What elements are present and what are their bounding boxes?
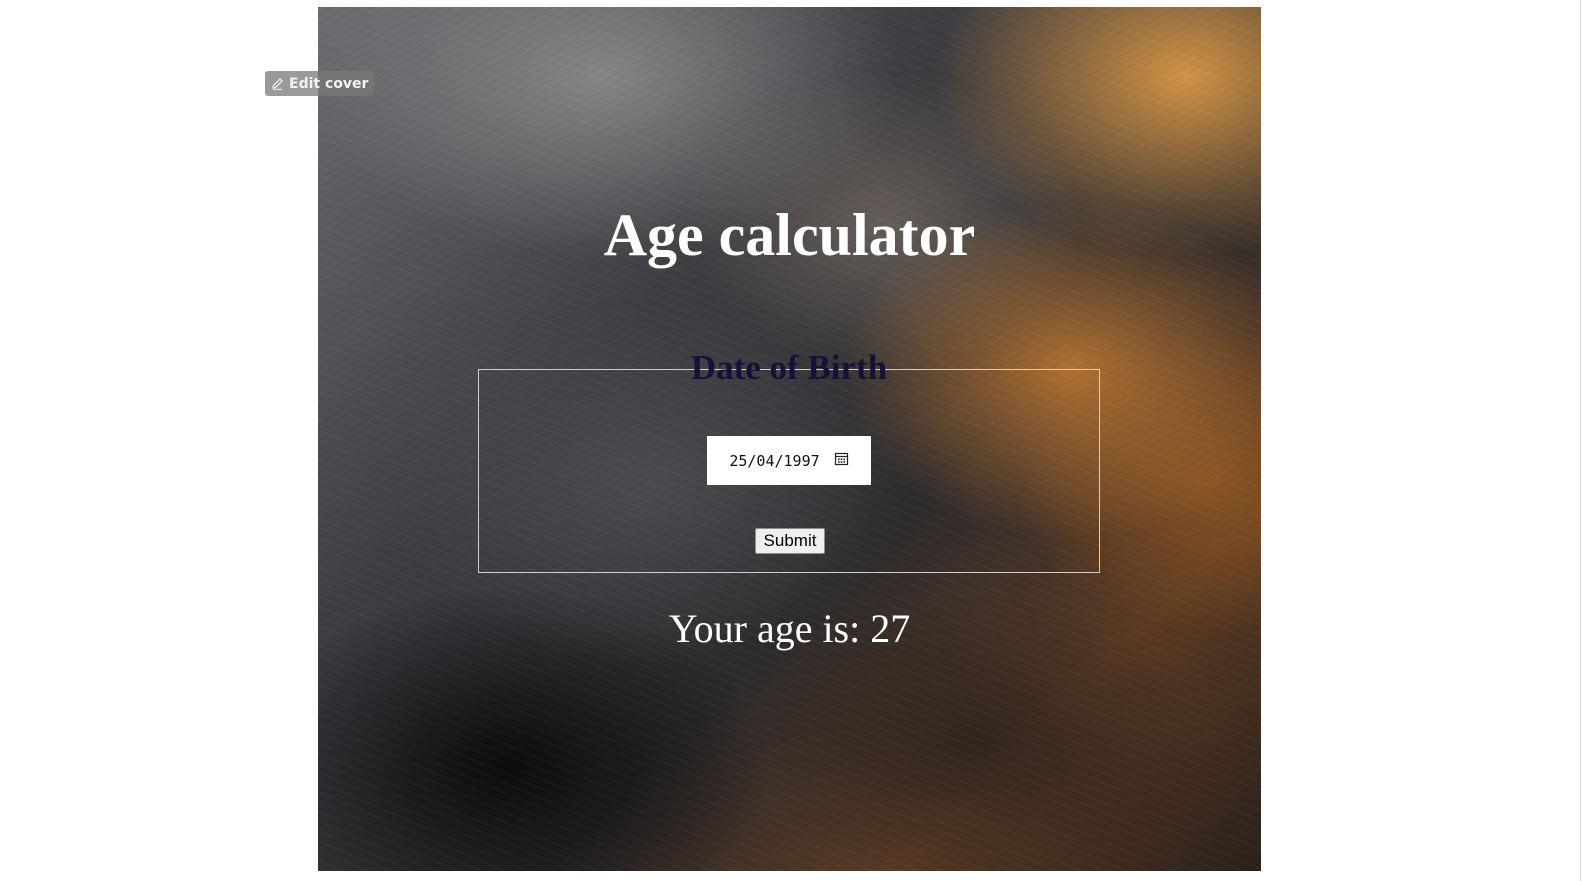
date-value: 25/04/1997: [729, 451, 820, 470]
date-of-birth-input[interactable]: 25/04/1997: [707, 436, 871, 485]
page: Edit cover Age calculator Date of Birth …: [0, 0, 1589, 881]
dob-fieldset: Date of Birth 25/04/1997 Submit: [478, 348, 1100, 573]
edit-cover-button[interactable]: Edit cover: [265, 71, 375, 96]
page-title: Age calculator: [603, 202, 976, 268]
dob-legend-text: Date of Birth: [690, 348, 888, 387]
submit-button[interactable]: Submit: [755, 528, 825, 554]
scrollbar-track-line: [1580, 0, 1581, 881]
dob-legend: Date of Birth: [479, 348, 1099, 388]
pencil-icon: [271, 77, 284, 90]
edit-cover-label: Edit cover: [289, 75, 369, 92]
vertical-scrollbar[interactable]: [1572, 0, 1589, 881]
calendar-icon[interactable]: [834, 451, 849, 470]
age-result: Your age is: 27: [668, 606, 911, 651]
